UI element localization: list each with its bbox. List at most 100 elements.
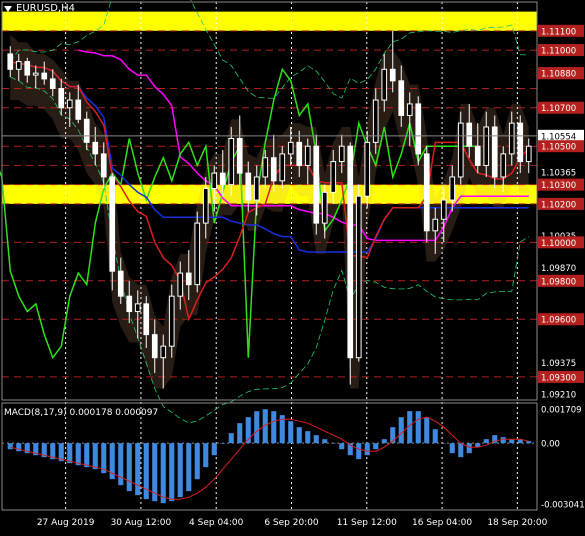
candle-body [117, 270, 124, 297]
time-axis-label: 30 Aug 12:00 [111, 518, 172, 528]
candle-body [92, 141, 99, 155]
candle-body [228, 138, 235, 186]
candle-body [525, 145, 532, 163]
candle-body [270, 157, 277, 182]
time-axis-label: 27 Aug 2019 [37, 518, 95, 528]
macd-histogram-bar [415, 411, 421, 444]
macd-histogram-bar [322, 439, 328, 444]
candle-body [100, 153, 107, 178]
macd-histogram-bar [169, 443, 175, 502]
candle-body [262, 157, 269, 178]
candle-body [474, 145, 481, 166]
candle-body [406, 103, 413, 116]
candle-body [160, 345, 167, 359]
price-axis-label: 1.09600 [541, 316, 576, 326]
candle-body [253, 176, 260, 201]
candle-body [287, 141, 294, 155]
candle-body [500, 153, 507, 178]
candle-body [202, 188, 209, 224]
macd-histogram-bar [254, 411, 260, 444]
time-axis-label: 11 Sep 12:00 [337, 518, 397, 528]
macd-histogram-bar [441, 443, 447, 444]
price-axis-label: 1.09800 [541, 277, 576, 287]
candle-body [313, 145, 320, 224]
macd-histogram-bar [526, 441, 532, 444]
price-axis-label: 1.10500 [541, 143, 576, 153]
candle-body [508, 122, 515, 155]
candle-body [168, 295, 175, 347]
candle-body [279, 153, 286, 182]
macd-histogram-bar [67, 443, 73, 464]
price-axis-label: 1.10000 [541, 239, 576, 249]
candle-body [109, 176, 116, 272]
symbol-dropdown-icon[interactable] [4, 6, 12, 12]
macd-histogram-bar [118, 443, 124, 486]
candle-body [177, 272, 184, 297]
price-axis-label: 1.10200 [541, 200, 576, 210]
macd-title: MACD(8,17,9) 0.000178 0.000097 [4, 408, 159, 418]
candle-body [483, 126, 490, 166]
time-axis-label: 18 Sep 20:00 [487, 518, 547, 528]
macd-histogram-bar [75, 443, 81, 466]
candle-body [347, 145, 354, 359]
candle-body [304, 145, 311, 166]
candle-body [194, 222, 201, 286]
candle-body [143, 303, 150, 336]
candle-body [330, 161, 337, 193]
macd-histogram-bar [92, 443, 98, 470]
candle-body [32, 72, 39, 76]
price-axis-label: 1.10300 [541, 181, 576, 191]
candle-body [219, 172, 226, 186]
macd-histogram-bar [237, 423, 243, 444]
candle-body [15, 61, 22, 70]
price-axis-label: 1.11000 [541, 47, 576, 57]
price-axis-label: 1.09300 [541, 373, 576, 383]
macd-histogram-bar [449, 443, 455, 454]
candle-body [364, 141, 371, 197]
candle-body [389, 68, 396, 82]
candle-body [296, 141, 303, 166]
macd-histogram-bar [271, 411, 277, 444]
price-axis-label: 1.09870 [541, 264, 576, 274]
macd-axis-label: 0.00 [541, 440, 560, 450]
price-axis-label: 1.09210 [541, 391, 576, 401]
candle-body [381, 68, 388, 101]
candle-body [24, 61, 31, 76]
macd-histogram-bar [398, 417, 404, 444]
candle-body [355, 195, 362, 359]
macd-histogram-bar [228, 433, 234, 444]
chart-window: 1.111001.110001.108801.108801.107001.105… [0, 0, 585, 532]
macd-histogram-bar [509, 439, 515, 444]
macd-histogram-bar [288, 421, 294, 444]
price-axis-label: 1.09375 [541, 359, 576, 369]
candle-body [7, 53, 14, 70]
macd-histogram-bar [186, 443, 192, 492]
macd-histogram-bar [500, 437, 506, 444]
candle-body [66, 99, 73, 109]
time-axis-label: 4 Sep 04:00 [189, 518, 244, 528]
candle-body [236, 138, 243, 174]
price-axis-label: 1.10700 [541, 104, 576, 114]
macd-histogram-bar [313, 435, 319, 444]
macd-histogram-bar [432, 429, 438, 444]
price-axis-label: 1.11100 [541, 27, 576, 37]
macd-histogram-bar [203, 443, 209, 468]
macd-axis-label: -0.003041 [541, 501, 585, 511]
price-axis-label: 1.10365 [541, 169, 576, 179]
macd-histogram-bar [211, 443, 217, 456]
candle-body [398, 80, 405, 116]
candle-body [415, 103, 422, 155]
macd-histogram-bar [296, 427, 302, 444]
candle-body [75, 99, 82, 120]
macd-histogram-bar [424, 417, 430, 444]
candle-body [185, 272, 192, 286]
time-axis-label: 16 Sep 04:00 [412, 518, 472, 528]
macd-histogram-bar [7, 443, 13, 450]
macd-histogram-bar [330, 443, 336, 444]
price-axis-label: 1.10880 [541, 70, 576, 80]
resistance-zone [2, 11, 537, 31]
time-axis-label: 6 Sep 20:00 [264, 518, 319, 528]
candle-body [151, 334, 158, 359]
candle-body [466, 122, 473, 147]
macd-histogram-bar [84, 443, 90, 468]
